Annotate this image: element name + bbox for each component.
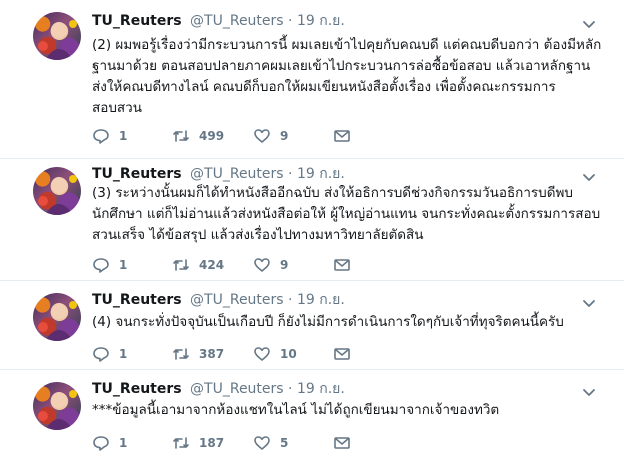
separator-dot: ·: [288, 381, 293, 397]
separator-dot: ·: [288, 13, 293, 29]
heart-icon: [254, 258, 270, 272]
tweet[interactable]: TU_Reuters @TU_Reuters · 19 ก.ย. (3) ระห…: [0, 159, 624, 281]
heart-icon: [254, 436, 270, 450]
retweet-button[interactable]: 499: [172, 126, 224, 146]
tweet-text-line: สอบสวน: [92, 100, 142, 116]
reply-count: 1: [119, 436, 128, 450]
tweet-header: TU_Reuters @TU_Reuters · 19 ก.ย.: [92, 380, 345, 398]
retweet-icon: [173, 130, 189, 142]
display-name[interactable]: TU_Reuters: [92, 292, 182, 308]
like-button[interactable]: 9: [253, 255, 288, 275]
retweet-count: 387: [199, 347, 225, 361]
timestamp[interactable]: 19 ก.ย.: [297, 13, 345, 29]
display-name[interactable]: TU_Reuters: [92, 13, 182, 29]
tweet-text-line: ***ข้อมูลนี้เอามาจากห้องแชทในไลน์ ไม่ได้…: [92, 402, 500, 418]
like-button[interactable]: 5: [253, 433, 288, 453]
tweet-text-line: สวนเสร็จ ได้ข้อสรุป แล้วส่งเรื่องไปทางมห…: [92, 227, 424, 243]
retweet-icon: [173, 437, 189, 449]
like-button[interactable]: 9: [253, 126, 288, 146]
tweet-text: (4) จนกระทั่งปัจจุบันเป็นเกือบปี ก็ยังไม…: [92, 312, 612, 333]
timestamp[interactable]: 19 ก.ย.: [297, 166, 345, 182]
reply-button[interactable]: 1: [92, 433, 127, 453]
heart-icon: [254, 347, 270, 361]
tweet-actions: 1 387 10: [92, 344, 392, 364]
tweet-header: TU_Reuters @TU_Reuters · 19 ก.ย.: [92, 165, 345, 183]
avatar[interactable]: [33, 382, 81, 430]
retweet-count: 187: [199, 436, 225, 450]
separator-dot: ·: [288, 292, 293, 308]
envelope-icon: [334, 437, 350, 449]
user-handle[interactable]: @TU_Reuters: [190, 381, 284, 397]
reply-icon: [93, 129, 109, 144]
retweet-count: 499: [199, 129, 225, 143]
tweet-actions: 1 424 9: [92, 255, 392, 275]
user-handle[interactable]: @TU_Reuters: [190, 292, 284, 308]
separator-dot: ·: [288, 166, 293, 182]
retweet-button[interactable]: 387: [172, 344, 224, 364]
tweet[interactable]: TU_Reuters @TU_Reuters · 19 ก.ย. (2) ผมพ…: [0, 0, 624, 159]
tweet-text-line: (3) ระหว่างนั้นผมก็ได้ทำหนังสืออีกฉบับ ส…: [92, 185, 573, 201]
reply-count: 1: [119, 129, 128, 143]
chevron-down-icon[interactable]: [582, 295, 596, 307]
reply-icon: [93, 258, 109, 273]
tweet[interactable]: TU_Reuters @TU_Reuters · 19 ก.ย. ***ข้อม…: [0, 370, 624, 459]
tweet-header: TU_Reuters @TU_Reuters · 19 ก.ย.: [92, 12, 345, 30]
reply-button[interactable]: 1: [92, 344, 127, 364]
chevron-down-icon[interactable]: [582, 384, 596, 396]
tweet-actions: 1 499 9: [92, 126, 392, 146]
display-name[interactable]: TU_Reuters: [92, 381, 182, 397]
like-count: 9: [280, 258, 289, 272]
avatar[interactable]: [33, 293, 81, 341]
envelope-icon: [334, 130, 350, 142]
reply-button[interactable]: 1: [92, 255, 127, 275]
tweet-text-line: นักศึกษา แต่ก็ไม่อ่านแล้วส่งหนังสือต่อให…: [92, 206, 601, 222]
tweet-text-line: ส่งให้คณบดีทางไลน์ คณบดีก็บอกให้ผมเขียนห…: [92, 79, 556, 95]
heart-icon: [254, 129, 270, 143]
tweet[interactable]: TU_Reuters @TU_Reuters · 19 ก.ย. (4) จนก…: [0, 281, 624, 370]
avatar[interactable]: [33, 167, 81, 215]
chevron-down-icon[interactable]: [582, 169, 596, 181]
like-count: 10: [280, 347, 297, 361]
retweet-icon: [173, 259, 189, 271]
retweet-count: 424: [199, 258, 225, 272]
chevron-down-icon[interactable]: [582, 16, 596, 28]
direct-message-button[interactable]: [333, 433, 351, 453]
tweet-header: TU_Reuters @TU_Reuters · 19 ก.ย.: [92, 291, 345, 309]
retweet-button[interactable]: 187: [172, 433, 224, 453]
direct-message-button[interactable]: [333, 344, 351, 364]
tweet-actions: 1 187 5: [92, 433, 392, 453]
user-handle[interactable]: @TU_Reuters: [190, 166, 284, 182]
direct-message-button[interactable]: [333, 255, 351, 275]
tweet-text-line: (2) ผมพอรู้เรื่องว่ามีกระบวนการนี้ ผมเลย…: [92, 37, 602, 53]
tweet-text-line: ฐานมาด้วย ตอนสอบปลายภาคผมเลยเข้าไปกระบวน…: [92, 58, 591, 74]
avatar[interactable]: [33, 12, 81, 60]
tweet-feed: TU_Reuters @TU_Reuters · 19 ก.ย. (2) ผมพ…: [0, 0, 624, 459]
retweet-icon: [173, 348, 189, 360]
timestamp[interactable]: 19 ก.ย.: [297, 292, 345, 308]
like-button[interactable]: 10: [253, 344, 297, 364]
like-count: 9: [280, 129, 289, 143]
reply-button[interactable]: 1: [92, 126, 127, 146]
reply-count: 1: [119, 258, 128, 272]
timestamp[interactable]: 19 ก.ย.: [297, 381, 345, 397]
reply-icon: [93, 436, 109, 451]
tweet-text-line: (4) จนกระทั่งปัจจุบันเป็นเกือบปี ก็ยังไม…: [92, 314, 564, 330]
envelope-icon: [334, 259, 350, 271]
reply-icon: [93, 347, 109, 362]
tweet-text: (2) ผมพอรู้เรื่องว่ามีกระบวนการนี้ ผมเลย…: [92, 35, 612, 119]
tweet-text: ***ข้อมูลนี้เอามาจากห้องแชทในไลน์ ไม่ได้…: [92, 400, 612, 421]
direct-message-button[interactable]: [333, 126, 351, 146]
display-name[interactable]: TU_Reuters: [92, 166, 182, 182]
reply-count: 1: [119, 347, 128, 361]
envelope-icon: [334, 348, 350, 360]
like-count: 5: [280, 436, 289, 450]
user-handle[interactable]: @TU_Reuters: [190, 13, 284, 29]
retweet-button[interactable]: 424: [172, 255, 224, 275]
tweet-text: (3) ระหว่างนั้นผมก็ได้ทำหนังสืออีกฉบับ ส…: [92, 183, 612, 246]
